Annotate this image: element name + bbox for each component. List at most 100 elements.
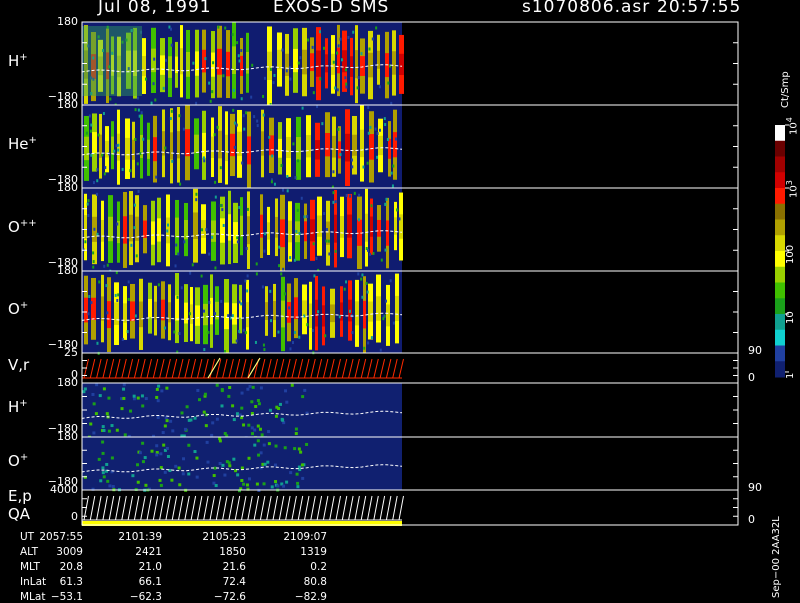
panel-6-pixel xyxy=(136,463,140,467)
panel-3-noise xyxy=(126,330,129,334)
panel-3-noise xyxy=(263,348,266,352)
panel-5-pixel xyxy=(92,402,96,406)
panel-6-tick-top: 180 xyxy=(57,430,78,443)
axis-value-mlat-2: −72.6 xyxy=(213,591,246,603)
panel-3-noise xyxy=(114,293,117,297)
panel-5-pixel xyxy=(140,394,144,398)
panel-0-noise xyxy=(240,49,243,53)
panel-5-pixel xyxy=(203,392,207,396)
panel-2-noise xyxy=(293,258,296,262)
panel-2-stripe-core xyxy=(310,219,315,242)
panel-6-pixel xyxy=(267,442,271,446)
panel-3-noise xyxy=(366,290,369,294)
panel-3-noise xyxy=(389,279,392,283)
panel-6-pixel xyxy=(247,456,251,460)
panel-6-pixel xyxy=(163,470,167,474)
panel-5-pixel xyxy=(256,399,260,403)
panel-5-pixel xyxy=(268,408,272,412)
panel-3-noise xyxy=(269,289,272,293)
panel-1-noise xyxy=(96,179,99,183)
panel-3-stripe-core xyxy=(184,302,188,324)
panel-5-pixel xyxy=(183,427,187,431)
panel-3-noise xyxy=(115,271,118,275)
panel-0-noise xyxy=(231,33,234,37)
axis-value-ut-3: 2109:07 xyxy=(283,531,327,543)
panel-1-noise xyxy=(89,129,92,133)
panel-0-stripe-core xyxy=(310,53,314,72)
panel-6-pixel xyxy=(141,460,145,464)
panel-3-stripe-core xyxy=(130,301,135,322)
panel-1-noise xyxy=(97,133,100,137)
panel-6-pixel xyxy=(83,475,87,479)
panel-2-noise xyxy=(211,235,214,239)
panel-0-noise xyxy=(312,91,315,95)
panel-0-noise xyxy=(281,48,284,52)
panel-0-stripe-core xyxy=(142,55,146,77)
panel-2-label: O++ xyxy=(8,217,37,236)
panel-2-noise xyxy=(103,264,106,268)
panel-0-noise xyxy=(344,68,347,72)
panel-1-noise xyxy=(96,168,99,172)
panel-3-noise xyxy=(280,272,283,276)
panel-2-noise xyxy=(246,207,249,211)
panel-1-noise xyxy=(362,165,365,169)
panel-6-pixel xyxy=(257,453,261,457)
panel-3-stripe-core xyxy=(210,297,213,325)
axis-value-inlat-0: 61.3 xyxy=(59,576,83,588)
panel-5-pixel xyxy=(303,388,307,392)
panel-3-noise xyxy=(361,273,364,277)
panel-1-stripe-core xyxy=(125,137,130,160)
panel-0-noise xyxy=(170,27,173,31)
panel-6-pixel xyxy=(274,444,278,448)
panel-0-noise xyxy=(109,97,112,101)
panel-0-stripe-core xyxy=(325,54,328,73)
panel-2-noise xyxy=(137,189,140,193)
panel-1-noise xyxy=(376,155,379,159)
panel-6-pixel xyxy=(182,457,186,461)
panel-2-stripe-core xyxy=(347,214,352,238)
panel-1-noise xyxy=(301,106,304,110)
panel-2-noise xyxy=(334,249,337,253)
colorbar-segment xyxy=(775,140,785,157)
panel-0-stripe-core xyxy=(160,55,165,75)
panel-3-stripe-core xyxy=(395,295,399,322)
panel-0-stripe-core xyxy=(246,51,249,74)
panel-2-stripe-core xyxy=(288,220,292,243)
panel-5-pixel xyxy=(275,405,279,409)
panel-5-pixel xyxy=(92,431,96,435)
panel-1-noise xyxy=(286,175,289,179)
panel-3-noise xyxy=(105,284,108,288)
panel-1-stripe-core xyxy=(296,137,301,160)
panel-0-stripe-core xyxy=(392,51,396,75)
panel-6-pixel xyxy=(266,460,270,464)
panel-0-stripe-core xyxy=(350,56,353,77)
colorbar-label: 10 xyxy=(785,311,796,324)
panel-0-noise xyxy=(378,85,381,89)
panel-3-noise xyxy=(203,348,206,352)
panel-5-pixel xyxy=(155,395,159,399)
panel-6-pixel xyxy=(105,462,109,466)
panel-3-noise xyxy=(351,331,354,335)
panel-3-noise xyxy=(176,295,179,299)
panel-2-noise xyxy=(289,256,292,260)
panel-5-pixel xyxy=(102,428,106,432)
panel-3-noise xyxy=(306,323,309,327)
panel-1-noise xyxy=(115,144,118,148)
panel-3-noise xyxy=(127,297,130,301)
panel-5-pixel xyxy=(110,424,114,428)
panel-2-noise xyxy=(183,240,186,244)
panel-3-noise xyxy=(238,329,241,333)
panel-1-noise xyxy=(391,184,394,188)
panel-2-noise xyxy=(370,204,373,208)
panel-1-tick-top: 180 xyxy=(57,98,78,111)
colorbar-segment xyxy=(775,188,785,205)
panel-3-noise xyxy=(343,287,346,291)
panel-6-pixel xyxy=(206,460,210,464)
panel-1-stripe-core xyxy=(225,134,228,162)
panel-0-noise xyxy=(154,98,157,102)
panel-3-noise xyxy=(345,280,348,284)
panel-1-noise xyxy=(178,114,181,118)
panel-1-noise xyxy=(155,175,158,179)
panel-3-noise xyxy=(379,348,382,352)
header-date: Jul 08, 1991 xyxy=(98,0,212,17)
